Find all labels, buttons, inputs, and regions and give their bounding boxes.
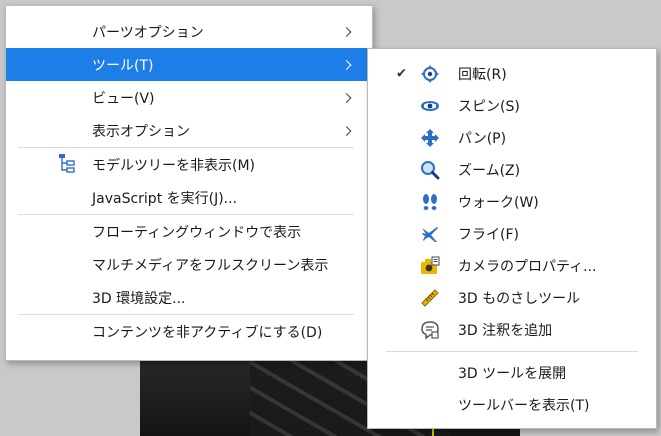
menu-item-label: パン(P): [458, 131, 507, 147]
walk-icon: [420, 192, 440, 212]
menu-separator: [386, 351, 638, 352]
rotate-icon: [420, 64, 440, 84]
menu-item-label: ズーム(Z): [458, 163, 521, 179]
menu-item-label: 3D ものさしツール: [458, 291, 581, 307]
menu-item-label: 回転(R): [458, 67, 507, 83]
menu-item-zoom[interactable]: ズーム(Z): [368, 154, 656, 186]
menu-item-label: 3D 環境設定...: [92, 290, 186, 307]
menu-item-tools[interactable]: ツール(T): [6, 48, 372, 81]
menu-item-spin[interactable]: スピン(S): [368, 90, 656, 122]
chevron-right-icon: [341, 26, 352, 37]
fly-icon: [420, 224, 440, 244]
menu-item-label: 3D ツールを展開: [458, 366, 567, 382]
menu-item-deactivate-content[interactable]: コンテンツを非アクティブにする(D): [6, 315, 372, 348]
camera-properties-icon: [420, 256, 440, 276]
comment-icon: [420, 320, 440, 340]
menu-item-label: ビュー(V): [92, 90, 155, 107]
menu-item-label: コンテンツを非アクティブにする(D): [92, 324, 323, 341]
checkmark-icon: ✔: [396, 66, 407, 82]
menu-item-add-3d-comment[interactable]: 3D 注釈を追加: [368, 314, 656, 346]
zoom-icon: [420, 160, 440, 180]
menu-item-walk[interactable]: ウォーク(W): [368, 186, 656, 218]
menu-item-floating-window[interactable]: フローティングウィンドウで表示: [6, 215, 372, 248]
ruler-icon: [420, 288, 440, 308]
menu-item-label: フローティングウィンドウで表示: [92, 224, 302, 241]
menu-item-label: パーツオプション: [92, 24, 204, 41]
menu-item-label: JavaScript を実行(J)...: [92, 190, 238, 207]
tools-submenu: ✔ 回転(R) スピン(S) パン(P) ズーム(Z) ウォーク(W) フライ(…: [367, 48, 657, 429]
chevron-right-icon: [341, 125, 352, 136]
menu-item-hide-model-tree[interactable]: モデルツリーを非表示(M): [6, 148, 372, 181]
menu-item-multimedia-fullscreen[interactable]: マルチメディアをフルスクリーン表示: [6, 248, 372, 281]
spin-icon: [420, 96, 440, 116]
menu-item-label: 3D 注釈を追加: [458, 323, 553, 339]
menu-item-label: ツール(T): [92, 57, 154, 74]
menu-item-label: 表示オプション: [92, 123, 190, 140]
model-tree-icon: [58, 153, 76, 177]
chevron-right-icon: [341, 92, 352, 103]
menu-item-3d-ruler[interactable]: 3D ものさしツール: [368, 282, 656, 314]
menu-item-rotate[interactable]: ✔ 回転(R): [368, 58, 656, 90]
menu-item-label: ウォーク(W): [458, 195, 539, 211]
menu-item-label: モデルツリーを非表示(M): [92, 157, 256, 174]
menu-item-label: ツールバーを表示(T): [458, 398, 590, 414]
menu-item-3d-preferences[interactable]: 3D 環境設定...: [6, 281, 372, 314]
menu-item-label: フライ(F): [458, 227, 519, 243]
menu-item-camera-properties[interactable]: カメラのプロパティ...: [368, 250, 656, 282]
menu-item-show-toolbar[interactable]: ツールバーを表示(T): [368, 389, 656, 421]
context-menu: パーツオプション ツール(T) ビュー(V) 表示オプション モデルツリーを非表…: [5, 5, 373, 361]
menu-item-fly[interactable]: フライ(F): [368, 218, 656, 250]
menu-item-parts-options[interactable]: パーツオプション: [6, 15, 372, 48]
menu-item-display-options[interactable]: 表示オプション: [6, 114, 372, 147]
chevron-right-icon: [341, 59, 352, 70]
menu-item-pan[interactable]: パン(P): [368, 122, 656, 154]
menu-item-run-javascript[interactable]: JavaScript を実行(J)...: [6, 181, 372, 214]
menu-item-expand-3d-tools[interactable]: 3D ツールを展開: [368, 357, 656, 389]
menu-item-label: カメラのプロパティ...: [458, 259, 597, 275]
menu-item-label: スピン(S): [458, 99, 520, 115]
menu-item-label: マルチメディアをフルスクリーン表示: [92, 257, 329, 274]
pan-icon: [420, 128, 440, 148]
menu-item-view[interactable]: ビュー(V): [6, 81, 372, 114]
